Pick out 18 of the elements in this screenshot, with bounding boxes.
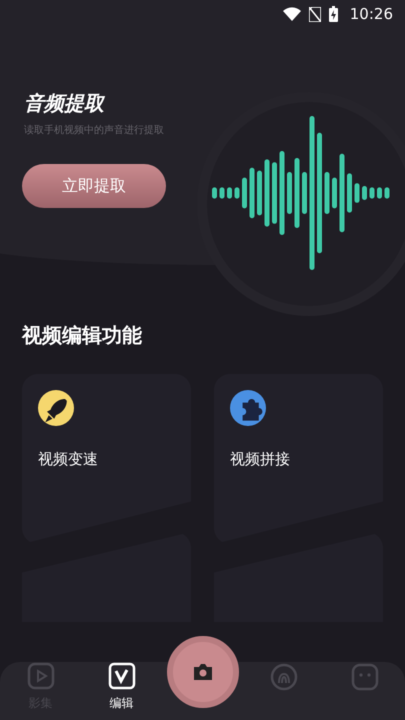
feature-label: 视频变速	[38, 449, 98, 470]
feature-label: 视频拼接	[230, 449, 290, 470]
fingerprint-icon	[270, 663, 298, 691]
section-title: 视频编辑功能	[22, 323, 142, 347]
extract-button[interactable]: 立即提取	[22, 164, 166, 208]
play-icon	[26, 662, 54, 690]
smiley-icon	[350, 663, 378, 691]
waveform-icon	[212, 113, 392, 273]
nav-tab[interactable]: 编辑	[81, 642, 162, 720]
feature-card[interactable]: 视频拼接	[214, 374, 383, 544]
wifi-icon	[282, 7, 301, 21]
hero-title: 音频提取	[24, 93, 104, 113]
v-logo-icon	[108, 662, 136, 690]
no-sim-icon	[308, 6, 321, 22]
hero-subtitle: 读取手机视频中的声音进行提取	[24, 124, 164, 138]
camera-icon	[192, 663, 214, 681]
feature-card[interactable]: 视频变速	[22, 374, 191, 544]
status-time: 10:26	[350, 4, 393, 25]
